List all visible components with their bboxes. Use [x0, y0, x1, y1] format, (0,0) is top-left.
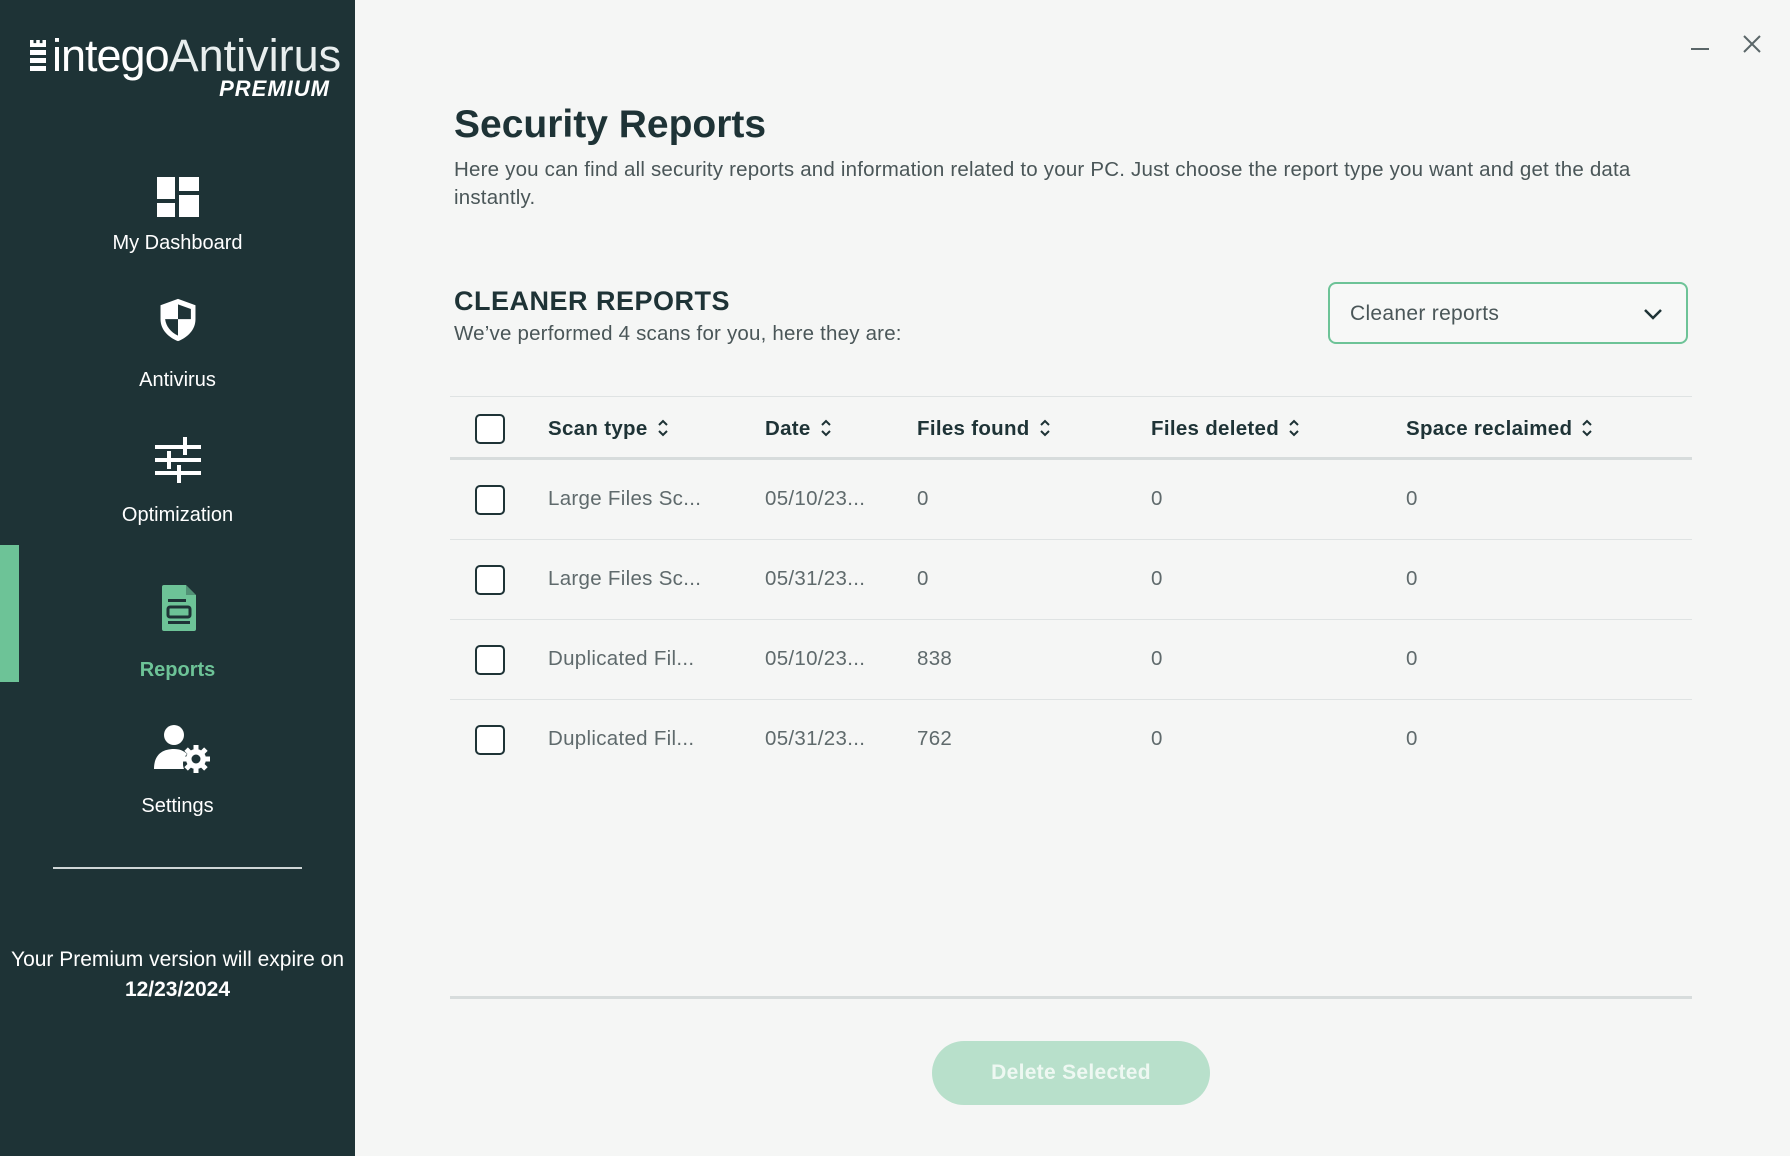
cell-space-reclaimed: 0	[1406, 567, 1418, 590]
column-header-scan-type[interactable]: Scan type	[548, 417, 670, 441]
cell-space-reclaimed: 0	[1406, 727, 1418, 750]
sidebar-item-antivirus[interactable]: Antivirus	[0, 295, 355, 415]
cell-scan-type: Duplicated Fil...	[548, 647, 695, 670]
page-subtitle: Here you can find all security reports a…	[454, 158, 1631, 209]
row-checkbox[interactable]	[475, 725, 505, 755]
brand-tier: PREMIUM	[219, 76, 330, 101]
brand-name: integoAntivirus	[52, 30, 342, 81]
expiry-notice: Your Premium version will expire on 12/2…	[10, 948, 345, 1001]
main-content: Security Reports Here you can find all s…	[355, 0, 1790, 1156]
sidebar-item-label: Settings	[141, 795, 214, 817]
table-row[interactable]: Large Files Sc... 05/10/23... 0 0 0	[450, 460, 1692, 540]
sidebar-item-settings[interactable]: Settings	[0, 715, 355, 835]
table-row[interactable]: Duplicated Fil... 05/31/23... 762 0 0	[450, 700, 1692, 780]
column-header-files-deleted[interactable]: Files deleted	[1151, 417, 1301, 441]
column-header-files-found[interactable]: Files found	[917, 417, 1052, 441]
cell-files-found: 0	[917, 487, 929, 510]
column-header-date[interactable]: Date	[765, 417, 833, 441]
select-all-checkbox[interactable]	[475, 414, 505, 444]
sort-icon	[1582, 419, 1593, 436]
sort-icon	[657, 419, 668, 436]
cell-files-found: 838	[917, 647, 953, 670]
cell-files-deleted: 0	[1151, 727, 1163, 750]
cell-scan-type: Duplicated Fil...	[548, 727, 695, 750]
cell-space-reclaimed: 0	[1406, 487, 1418, 510]
sidebar-divider	[53, 867, 302, 869]
delete-selected-button[interactable]: Delete Selected	[932, 1041, 1210, 1105]
sidebar-item-reports[interactable]: Reports	[0, 575, 355, 695]
row-checkbox[interactable]	[475, 485, 505, 515]
page-title: Security Reports	[454, 103, 767, 146]
sidebar-item-label: Optimization	[121, 504, 234, 526]
expiry-date: 12/23/2024	[124, 978, 231, 1001]
row-checkbox[interactable]	[475, 645, 505, 675]
cell-files-deleted: 0	[1151, 567, 1163, 590]
sort-icon	[1289, 419, 1299, 436]
sidebar: integoAntivirus PREMIUM My Dashboard Ant…	[0, 0, 355, 1156]
dropdown-value: Cleaner reports	[1350, 302, 1500, 325]
shield-icon	[160, 298, 196, 342]
report-document-icon	[162, 585, 196, 631]
tower-logo-icon	[30, 40, 46, 72]
user-gear-icon	[154, 725, 210, 773]
sidebar-item-label: My Dashboard	[112, 232, 243, 254]
cell-files-found: 762	[917, 727, 953, 750]
sidebar-item-label: Antivirus	[139, 369, 216, 391]
column-header-space-reclaimed[interactable]: Space reclaimed	[1406, 417, 1594, 441]
cell-date: 05/31/23...	[765, 567, 866, 590]
sliders-icon	[155, 437, 201, 483]
table-header: Scan type Date Files found Files deleted…	[450, 396, 1692, 460]
cell-date: 05/10/23...	[765, 487, 866, 510]
cell-files-deleted: 0	[1151, 647, 1163, 670]
cell-date: 05/10/23...	[765, 647, 866, 670]
cell-scan-type: Large Files Sc...	[548, 567, 702, 590]
sidebar-item-optimization[interactable]: Optimization	[0, 432, 355, 552]
row-checkbox[interactable]	[475, 565, 505, 595]
sort-icon	[1039, 419, 1050, 436]
cell-date: 05/31/23...	[765, 727, 866, 750]
cell-space-reclaimed: 0	[1406, 647, 1418, 670]
cell-files-found: 0	[917, 567, 929, 590]
table-row[interactable]: Large Files Sc... 05/31/23... 0 0 0	[450, 540, 1692, 620]
sidebar-item-label: Reports	[139, 659, 216, 681]
section-subtitle: We’ve performed 4 scans for you, here th…	[454, 322, 902, 345]
sidebar-item-dashboard[interactable]: My Dashboard	[0, 160, 355, 280]
cell-files-deleted: 0	[1151, 487, 1163, 510]
reports-table: Scan type Date Files found Files deleted…	[450, 396, 1692, 780]
section-title: CLEANER REPORTS	[454, 286, 731, 316]
table-footer-divider	[450, 996, 1692, 999]
cell-scan-type: Large Files Sc...	[548, 487, 702, 510]
chevron-down-icon	[1644, 309, 1662, 320]
dashboard-icon	[157, 177, 199, 217]
report-type-dropdown[interactable]: Cleaner reports	[1328, 282, 1688, 344]
app-logo: integoAntivirus PREMIUM	[30, 30, 341, 101]
sort-icon	[820, 419, 831, 436]
table-row[interactable]: Duplicated Fil... 05/10/23... 838 0 0	[450, 620, 1692, 700]
